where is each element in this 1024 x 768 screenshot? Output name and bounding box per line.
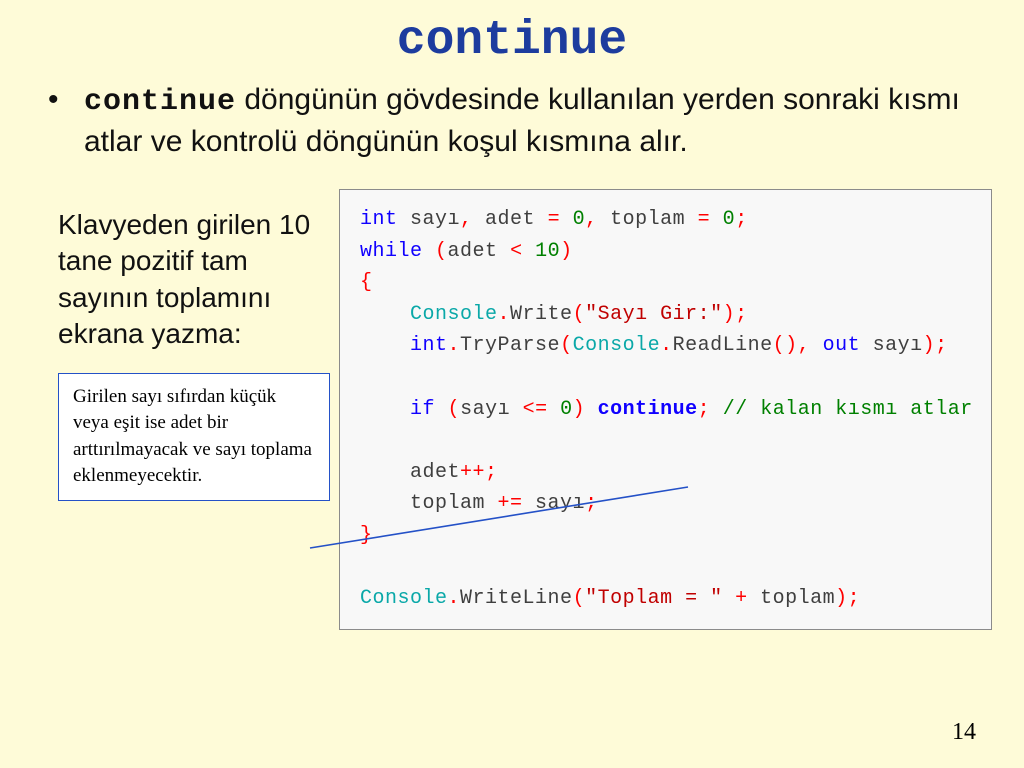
slide-title: continue [40, 14, 984, 68]
page-number: 14 [952, 719, 976, 746]
bullet-item: continue döngünün gövdesinde kullanılan … [84, 80, 984, 161]
callout-note: Girilen sayı sıfırdan küçük veya eşit is… [58, 373, 330, 501]
bullet-keyword: continue [84, 85, 236, 119]
continue-keyword: continue [598, 398, 698, 421]
main-bullet-list: continue döngünün gövdesinde kullanılan … [40, 80, 984, 161]
example-description: Klavyeden girilen 10 tane pozitif tam sa… [58, 207, 335, 353]
code-block: int sayı, adet = 0, toplam = 0; while (a… [339, 189, 992, 630]
